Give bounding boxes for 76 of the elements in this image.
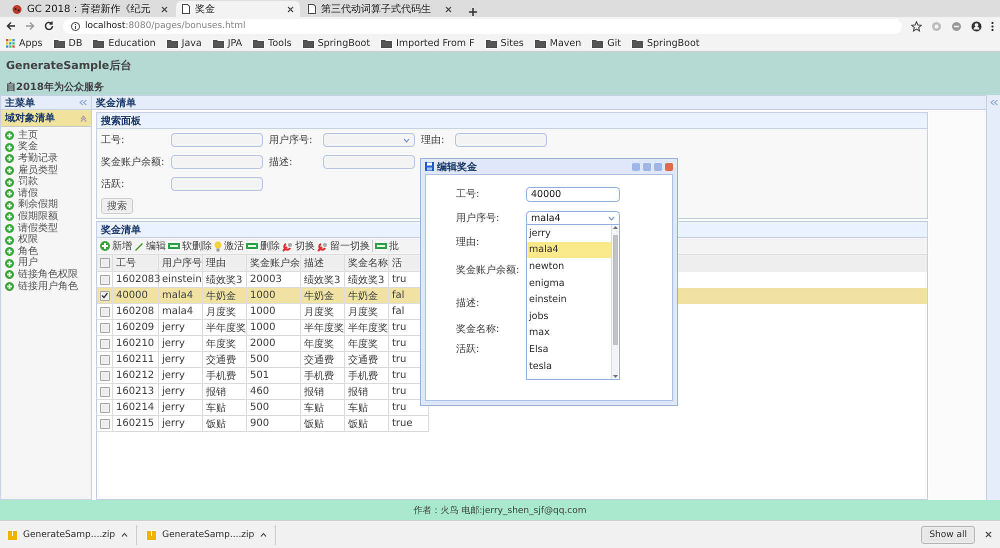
- panel-title: 搜索面板: [101, 114, 141, 128]
- table-cell: 手机费: [345, 368, 389, 384]
- table-cell: jerry: [159, 336, 203, 352]
- table-cell: mala4: [159, 288, 203, 304]
- table-cell: 交通费: [345, 352, 389, 368]
- field-label: 用户序号:: [269, 134, 314, 147]
- table-cell: 报销: [301, 384, 345, 400]
- table-cell: 半年度奖: [203, 320, 247, 336]
- table-cell: 1000: [247, 304, 301, 320]
- table-cell: 160215: [113, 416, 159, 432]
- table-cell: jerry: [159, 384, 203, 400]
- field-label: 用户序号:: [456, 212, 500, 225]
- table-cell: jerry: [159, 320, 203, 336]
- field-label: 奖金账户余额:: [456, 264, 520, 277]
- table-cell: 牛奶金: [203, 288, 247, 304]
- field-label: 活跃:: [101, 178, 126, 191]
- table-cell: 饭贴: [345, 416, 389, 432]
- table-cell: 半年度奖: [301, 320, 345, 336]
- table-cell: 500: [247, 400, 301, 416]
- table-cell: 160212: [113, 368, 159, 384]
- panel-title: 主菜单: [5, 96, 35, 110]
- field-label: 奖金账户余额:: [101, 156, 166, 169]
- table-cell: jerry: [159, 416, 203, 432]
- table-cell: 报销: [203, 384, 247, 400]
- field-label: 奖金名称:: [456, 323, 500, 336]
- table-cell: 半年度奖: [345, 320, 389, 336]
- table-cell: mala4: [159, 304, 203, 320]
- table-cell: 车贴: [345, 400, 389, 416]
- table-cell: 月度奖: [203, 304, 247, 320]
- field-label: 活跃:: [456, 343, 480, 356]
- table-cell: 饭贴: [203, 416, 247, 432]
- panel-title: 奖金清单: [96, 96, 136, 110]
- table-cell: 牛奶金: [301, 288, 345, 304]
- table-cell: 900: [247, 416, 301, 432]
- table-cell: jerry: [159, 368, 203, 384]
- table-cell: 年度奖: [301, 336, 345, 352]
- panel-title: 奖金清单: [101, 224, 141, 236]
- table-cell: 160214: [113, 400, 159, 416]
- table-cell: 牛奶金: [345, 288, 389, 304]
- table-cell: 501: [247, 368, 301, 384]
- table-cell: 车贴: [203, 400, 247, 416]
- app-subtitle: 自2018年为公众服务: [6, 80, 104, 94]
- field-label: 工号:: [101, 134, 126, 147]
- table-cell: jerry: [159, 352, 203, 368]
- field-label: 理由:: [421, 134, 446, 147]
- table-cell: 160209: [113, 320, 159, 336]
- table-cell: 年度奖: [345, 336, 389, 352]
- table-cell: 500: [247, 352, 301, 368]
- table-cell: 1000: [247, 320, 301, 336]
- table-cell: 手机费: [301, 368, 345, 384]
- table-cell: 交通费: [301, 352, 345, 368]
- table-cell: 160213: [113, 384, 159, 400]
- table-cell: 月度奖: [301, 304, 345, 320]
- table-cell: 年度奖: [203, 336, 247, 352]
- field-label: 描述:: [456, 296, 480, 310]
- field-label: 描述:: [269, 156, 294, 169]
- table-cell: 40000: [113, 288, 159, 304]
- app-title: GenerateSample后台: [6, 58, 132, 73]
- footer-text: 作者：火鸟 电邮:jerry_shen_sjf@qq.com: [414, 504, 586, 516]
- table-cell: true: [389, 416, 429, 432]
- table-cell: 2000: [247, 336, 301, 352]
- field-label: 理由:: [456, 236, 480, 249]
- table-cell: 手机费: [203, 368, 247, 384]
- table-cell: 460: [247, 384, 301, 400]
- table-cell: 车贴: [301, 400, 345, 416]
- table-cell: 1000: [247, 288, 301, 304]
- table-cell: jerry: [159, 400, 203, 416]
- table-cell: 月度奖: [345, 304, 389, 320]
- table-cell: 160208: [113, 304, 159, 320]
- table-cell: 160211: [113, 352, 159, 368]
- field-label: 工号:: [456, 188, 480, 201]
- table-cell: 交通费: [203, 352, 247, 368]
- table-cell: 160210: [113, 336, 159, 352]
- table-cell: 饭贴: [301, 416, 345, 432]
- dialog-title: 编辑奖金: [437, 160, 477, 174]
- table-cell: 报销: [345, 384, 389, 400]
